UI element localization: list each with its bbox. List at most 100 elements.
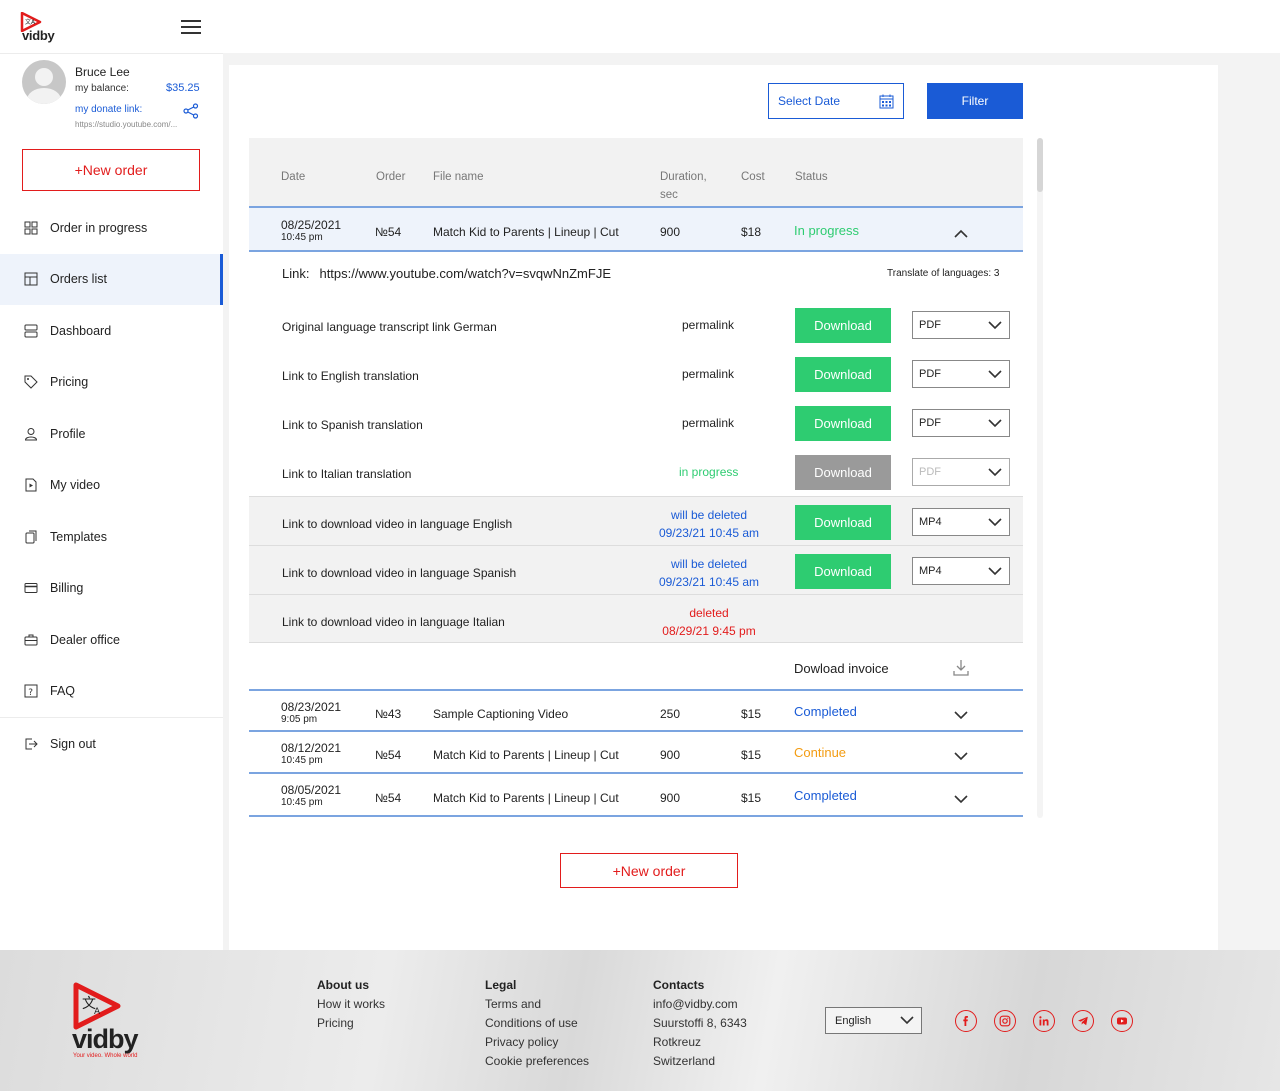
sidebar-item-profile[interactable]: Profile <box>0 408 223 460</box>
footer-link-how-it-works[interactable]: How it works <box>317 995 385 1014</box>
chevron-down-icon[interactable] <box>954 707 968 720</box>
row-time: 9:05 pm <box>281 714 318 725</box>
permalink[interactable]: permalink <box>682 318 734 332</box>
dashboard-icon <box>24 324 38 338</box>
sub-row-label: Original language transcript link German <box>282 320 497 334</box>
footer-email[interactable]: info@vidby.com <box>653 995 747 1014</box>
youtube-icon[interactable] <box>1111 1010 1133 1032</box>
sidebar-item-order-in-progress[interactable]: Order in progress <box>0 202 223 254</box>
sidebar-nav: Order in progress Orders list Dashboard … <box>0 202 223 770</box>
chevron-down-icon <box>988 518 1002 527</box>
sidebar-item-orders-list[interactable]: Orders list <box>0 253 223 305</box>
table-row[interactable]: 08/12/2021 10:45 pm №54 Match Kid to Pare… <box>249 732 1023 774</box>
download-button[interactable]: Download <box>795 308 891 343</box>
card-icon <box>24 581 38 595</box>
sidebar-item-dashboard[interactable]: Dashboard <box>0 305 223 357</box>
link-label: Link: <box>282 266 310 281</box>
footer-link-terms[interactable]: Terms and <box>485 995 589 1014</box>
chevron-down-icon <box>988 370 1002 379</box>
download-button[interactable]: Download <box>795 406 891 441</box>
row-time: 10:45 pm <box>281 755 323 766</box>
select-date-label: Select Date <box>778 94 841 108</box>
facebook-icon[interactable] <box>955 1010 977 1032</box>
instagram-icon[interactable] <box>994 1010 1016 1032</box>
sidebar-item-billing[interactable]: Billing <box>0 563 223 615</box>
format-select[interactable]: MP4 <box>912 508 1010 536</box>
sidebar-item-dealer-office[interactable]: Dealer office <box>0 614 223 666</box>
download-button[interactable]: Download <box>795 554 891 589</box>
format-select[interactable]: PDF <box>912 360 1010 388</box>
sidebar-item-my-video[interactable]: My video <box>0 460 223 512</box>
download-button[interactable]: Download <box>795 505 891 540</box>
vidby-logo[interactable]: 文A vidby <box>20 12 60 44</box>
footer-tagline: Your video. Whole world <box>73 1053 138 1059</box>
donate-url: https://studio.youtube.com/... <box>75 120 178 129</box>
deletion-notice: will be deleted 09/23/21 10:45 am <box>654 506 764 542</box>
chevron-up-icon[interactable] <box>954 226 968 238</box>
list-item: Link to download video in language Spani… <box>249 545 1023 594</box>
footer-logo[interactable]: 文A vidby Your video. Whole world <box>72 982 152 1062</box>
sidebar-item-pricing[interactable]: Pricing <box>0 357 223 409</box>
table-row[interactable]: 08/05/2021 10:45 pm №54 Match Kid to Pare… <box>249 774 1023 817</box>
format-select[interactable]: PDF <box>912 311 1010 339</box>
footer-about-title: About us <box>317 978 369 992</box>
chevron-down-icon[interactable] <box>954 791 968 804</box>
row-duration: 900 <box>660 225 681 239</box>
footer-link-cookies[interactable]: Cookie preferences <box>485 1052 589 1071</box>
chevron-down-icon[interactable] <box>954 748 968 761</box>
tag-icon <box>24 375 38 389</box>
row-time: 10:45 pm <box>281 797 323 808</box>
download-invoice-link[interactable]: Dowload invoice <box>794 661 889 676</box>
invoice-row: Dowload invoice <box>249 645 1023 691</box>
telegram-icon[interactable] <box>1072 1010 1094 1032</box>
sidebar-item-label: FAQ <box>50 684 76 699</box>
download-icon[interactable] <box>953 659 969 676</box>
scrollbar-thumb[interactable] <box>1037 138 1043 192</box>
language-select[interactable]: English <box>825 1007 922 1034</box>
share-icon[interactable] <box>183 103 199 119</box>
chevron-down-icon <box>988 567 1002 576</box>
select-date-field[interactable]: Select Date <box>768 83 904 119</box>
footer-address-line: Switzerland <box>653 1054 716 1068</box>
list-icon <box>24 272 38 286</box>
sidebar-item-faq[interactable]: ? FAQ <box>0 666 223 718</box>
filter-button[interactable]: Filter <box>927 83 1023 119</box>
footer-link-conditions[interactable]: Conditions of use <box>485 1014 589 1033</box>
format-select[interactable]: MP4 <box>912 557 1010 585</box>
footer-address-line: Rotkreuz <box>653 1035 702 1049</box>
sidebar-item-templates[interactable]: Templates <box>0 511 223 563</box>
row-file-name: Sample Captioning Video <box>433 707 569 721</box>
link-url[interactable]: https://www.youtube.com/watch?v=svqwNnZm… <box>319 266 611 281</box>
permalink[interactable]: permalink <box>682 367 734 381</box>
format-value: PDF <box>919 368 941 380</box>
copy-icon <box>24 530 38 544</box>
status-badge: Continue <box>794 745 847 760</box>
download-button[interactable]: Download <box>795 357 891 392</box>
table-row-expanded[interactable]: 08/25/2021 10:45 pm №54 Match Kid to Pare… <box>249 208 1023 252</box>
format-value: PDF <box>919 319 941 331</box>
deletion-date: 09/23/21 10:45 am <box>658 526 760 540</box>
footer-link-privacy[interactable]: Privacy policy <box>485 1033 589 1052</box>
table-row[interactable]: 08/23/2021 9:05 pm №43 Sample Captioning … <box>249 691 1023 732</box>
row-date: 08/12/2021 10:45 pm <box>281 741 341 766</box>
donate-link-label[interactable]: my donate link: <box>75 104 142 115</box>
sidebar-item-label: Orders list <box>50 272 107 287</box>
briefcase-icon <box>24 633 38 647</box>
format-select[interactable]: PDF <box>912 409 1010 437</box>
scrollbar[interactable] <box>1037 138 1043 818</box>
row-order: №54 <box>375 225 402 239</box>
permalink[interactable]: permalink <box>682 416 734 430</box>
avatar[interactable] <box>22 60 66 104</box>
video-link[interactable]: Link: https://www.youtube.com/watch?v=svq… <box>282 266 611 281</box>
row-date: 08/25/2021 10:45 pm <box>281 218 341 243</box>
footer-link-pricing[interactable]: Pricing <box>317 1014 385 1033</box>
linkedin-icon[interactable] <box>1033 1010 1055 1032</box>
new-order-button-main[interactable]: +New order <box>560 853 738 888</box>
menu-icon[interactable] <box>181 20 201 34</box>
sidebar-item-label: Profile <box>50 426 86 441</box>
format-select-disabled: PDF <box>912 458 1010 486</box>
footer-legal-title: Legal <box>485 978 517 992</box>
new-order-button[interactable]: +New order <box>22 149 200 191</box>
header-duration-unit: sec <box>660 189 678 201</box>
sidebar-item-sign-out[interactable]: Sign out <box>0 718 223 770</box>
